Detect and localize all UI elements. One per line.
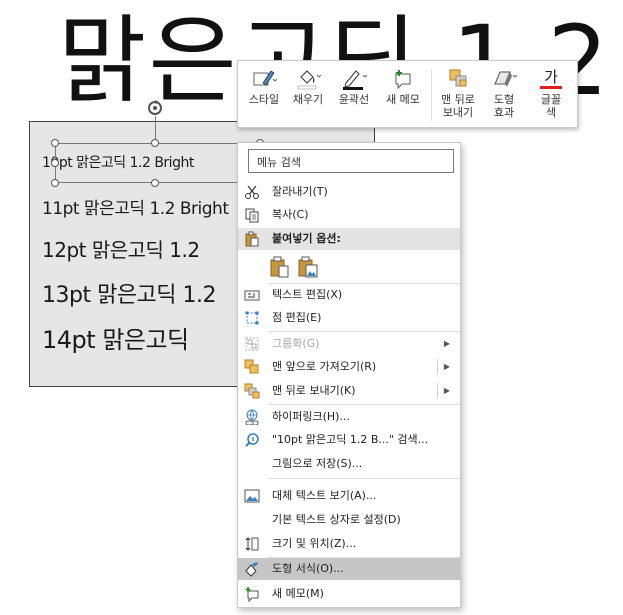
- menu-label: 점 편집(E): [272, 311, 322, 324]
- new-comment-button[interactable]: 새 메모: [380, 65, 426, 106]
- menu-item-format-shape[interactable]: 도형 서식(O)...: [238, 558, 460, 580]
- font-color-glyph: 가: [544, 68, 558, 86]
- menu-item-cut[interactable]: 잘라내기(T): [238, 181, 460, 203]
- submenu-arrow-icon[interactable]: ▶: [444, 356, 450, 378]
- send-to-back-button[interactable]: 맨 뒤로 보내기: [436, 65, 480, 119]
- new-comment-icon: [245, 587, 259, 602]
- outline-label: 윤곽선: [338, 93, 370, 106]
- resize-handle[interactable]: [151, 179, 159, 187]
- new-comment-label: 새 메모: [386, 93, 420, 106]
- alt-text-icon: [244, 489, 260, 503]
- menu-search-input[interactable]: 메뉴 검색: [248, 149, 454, 173]
- submenu-divider: [437, 383, 438, 399]
- effects-label-2: 효과: [493, 106, 515, 119]
- resize-handle[interactable]: [151, 139, 159, 147]
- menu-label: 맨 뒤로 보내기(K): [272, 384, 356, 397]
- menu-item-size-position[interactable]: 크기 및 위치(Z)...: [238, 533, 460, 555]
- paste-options-row: [268, 253, 328, 279]
- menu-item-bring-to-front[interactable]: 맨 앞으로 가져오기(R) ▶: [238, 356, 460, 378]
- menu-separator: [268, 478, 460, 479]
- paste-icon: [245, 231, 259, 247]
- menu-section-paste-options: 붙여넣기 옵션:: [238, 228, 460, 250]
- text-line-14pt[interactable]: 14pt 맑은고딕: [42, 320, 189, 355]
- menu-item-copy[interactable]: 복사(C): [238, 204, 460, 226]
- size-position-icon: [245, 537, 259, 551]
- font-color-label-2: 색: [545, 106, 557, 119]
- copy-icon: [245, 208, 259, 223]
- menu-label: 새 메모(M): [272, 587, 324, 600]
- menu-item-smart-lookup[interactable]: "10pt 맑은고딕 1.2 B..." 검색...: [238, 429, 460, 451]
- menu-item-new-comment[interactable]: 새 메모(M): [238, 583, 460, 605]
- menu-label: 복사(C): [272, 208, 309, 221]
- menu-label: 붙여넣기 옵션:: [272, 232, 341, 245]
- menu-item-hyperlink[interactable]: 하이퍼링크(H)...: [238, 406, 460, 428]
- menu-item-set-default-textbox[interactable]: 기본 텍스트 상자로 설정(D): [238, 509, 460, 531]
- mini-toolbar: 스타일 채우기 윤곽선 새 메모 맨 뒤로 보내기 도형 효과 가 글꼴 색: [237, 60, 578, 128]
- submenu-divider: [437, 359, 438, 375]
- bring-to-front-icon: [244, 359, 259, 374]
- menu-label: 대체 텍스트 보기(A)...: [272, 489, 377, 502]
- menu-separator: [268, 331, 460, 332]
- fill-label: 채우기: [292, 93, 324, 106]
- outline-pen-icon: [332, 65, 376, 93]
- style-label: 스타일: [248, 93, 280, 106]
- menu-label: 잘라내기(T): [272, 185, 328, 198]
- menu-label: 그룹화(G): [272, 337, 320, 350]
- menu-item-send-to-back[interactable]: 맨 뒤로 보내기(K) ▶: [238, 380, 460, 402]
- group-icon: [245, 337, 259, 351]
- menu-label: 텍스트 편집(X): [272, 288, 343, 301]
- effects-label-1: 도형: [493, 93, 515, 106]
- paste-as-picture-icon[interactable]: [296, 255, 320, 279]
- toolbar-divider: [431, 69, 432, 121]
- text-line-11pt[interactable]: 11pt 맑은고딕 1.2 Bright: [42, 194, 229, 219]
- send-to-back-icon: [244, 383, 260, 399]
- menu-label: 기본 텍스트 상자로 설정(D): [272, 513, 401, 526]
- send-back-label-2: 보내기: [442, 106, 474, 119]
- selection-frame: [55, 143, 260, 183]
- menu-label: 맨 앞으로 가져오기(R): [272, 360, 377, 373]
- text-line-12pt[interactable]: 12pt 맑은고딕 1.2: [42, 234, 200, 263]
- submenu-arrow-icon: ▶: [443, 339, 450, 348]
- menu-item-group[interactable]: 그룹화(G) ▶: [238, 333, 460, 355]
- menu-label: 도형 서식(O)...: [272, 562, 344, 575]
- menu-label: "10pt 맑은고딕 1.2 B..." 검색...: [272, 433, 429, 446]
- shape-effects-icon: [484, 65, 524, 93]
- paste-keep-source-icon[interactable]: [268, 255, 292, 279]
- text-line-13pt[interactable]: 13pt 맑은고딕 1.2: [42, 277, 217, 309]
- rotate-handle-icon[interactable]: [146, 99, 164, 117]
- shape-style-icon: [244, 65, 284, 93]
- menu-label: 그림으로 저장(S)...: [272, 457, 363, 470]
- font-color-icon: 가: [531, 65, 571, 93]
- menu-label: 하이퍼링크(H)...: [272, 410, 350, 423]
- menu-item-alt-text[interactable]: 대체 텍스트 보기(A)...: [238, 485, 460, 507]
- edit-points-icon: [245, 311, 259, 325]
- menu-item-edit-text[interactable]: 텍스트 편집(X): [238, 284, 460, 306]
- send-back-label-1: 맨 뒤로: [441, 93, 475, 106]
- style-button[interactable]: 스타일: [244, 65, 284, 106]
- fill-button[interactable]: 채우기: [288, 65, 328, 106]
- menu-item-save-as-picture[interactable]: 그림으로 저장(S)...: [238, 453, 460, 475]
- format-shape-icon: [245, 562, 258, 577]
- fill-bucket-icon: [288, 65, 328, 93]
- scissors-icon: [245, 185, 259, 199]
- context-menu: 메뉴 검색 잘라내기(T) 복사(C) 붙여넣기 옵션: 텍스트 편집(X) 점…: [237, 142, 461, 608]
- outline-button[interactable]: 윤곽선: [332, 65, 376, 106]
- font-color-button[interactable]: 가 글꼴 색: [531, 65, 571, 119]
- smart-lookup-icon: [245, 433, 259, 447]
- shape-effects-button[interactable]: 도형 효과: [484, 65, 524, 119]
- new-comment-icon: [380, 65, 426, 93]
- edit-text-icon: [244, 290, 260, 301]
- menu-label: 크기 및 위치(Z)...: [272, 537, 357, 550]
- resize-handle[interactable]: [51, 159, 59, 167]
- font-color-swatch: [540, 86, 562, 89]
- resize-handle[interactable]: [51, 139, 59, 147]
- submenu-arrow-icon[interactable]: ▶: [444, 380, 450, 402]
- menu-separator: [268, 404, 460, 405]
- resize-handle[interactable]: [51, 179, 59, 187]
- menu-item-edit-points[interactable]: 점 편집(E): [238, 307, 460, 329]
- font-color-label-1: 글꼴: [540, 93, 562, 106]
- hyperlink-icon: [245, 409, 259, 425]
- send-to-back-icon: [436, 65, 480, 93]
